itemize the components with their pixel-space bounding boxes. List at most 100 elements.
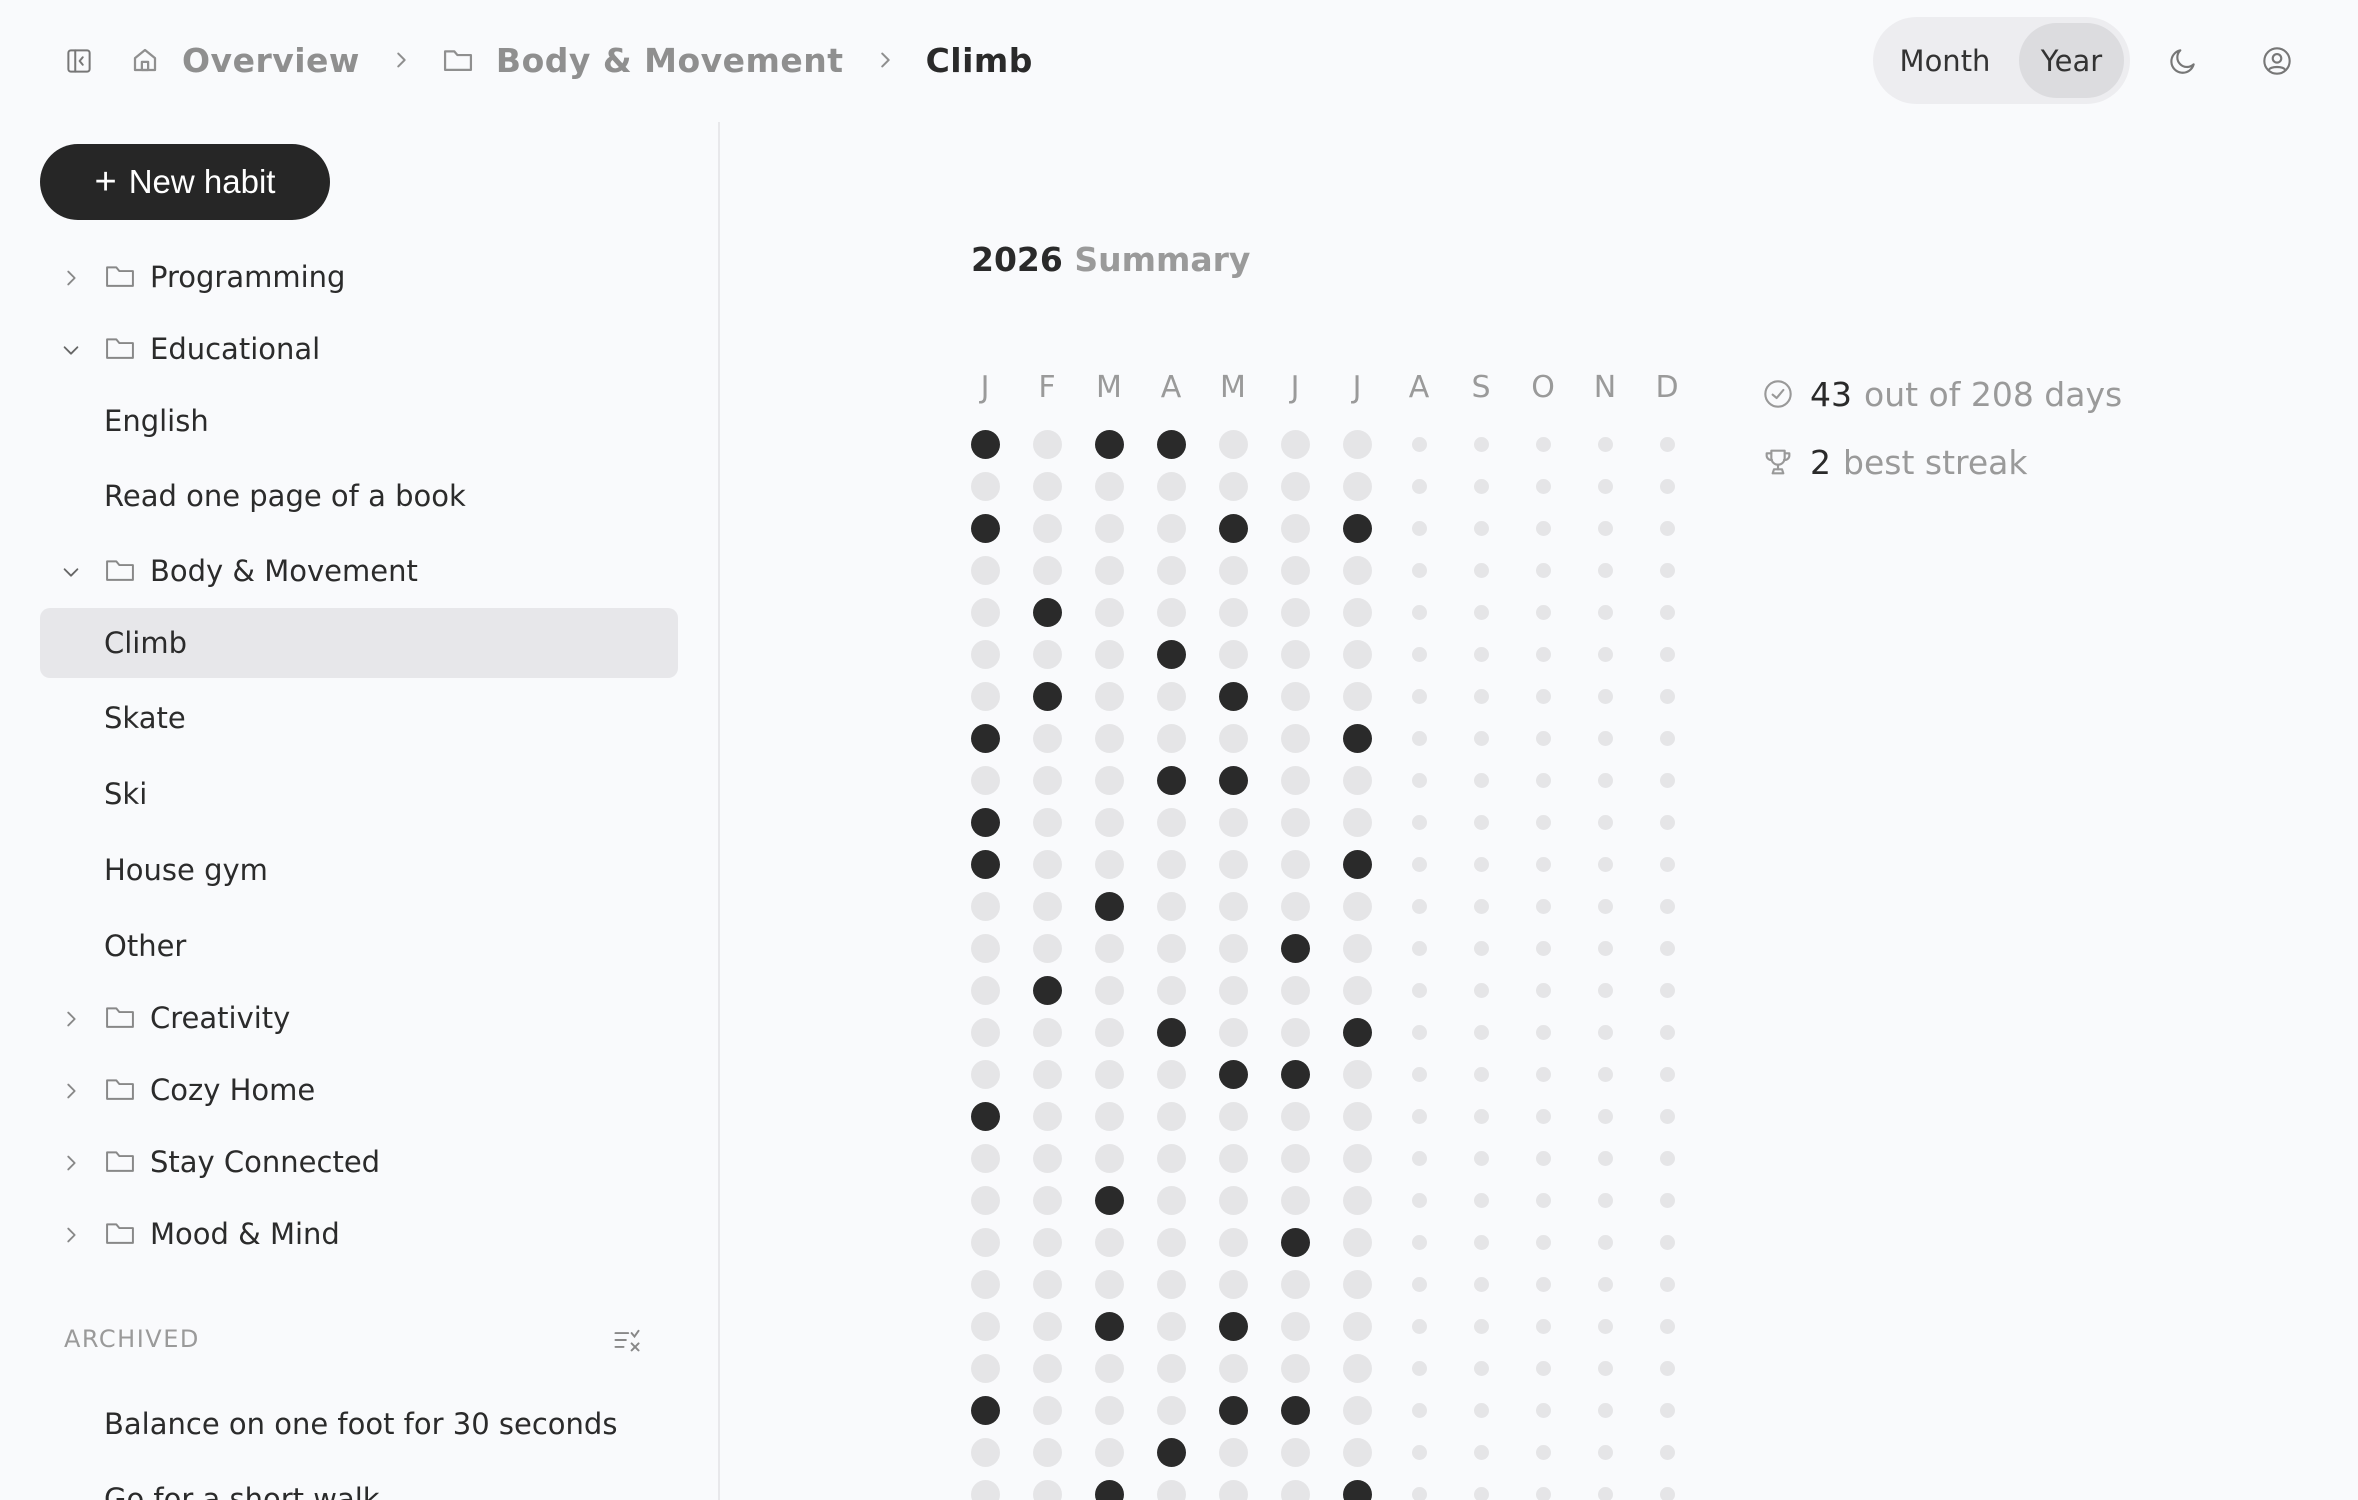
sidebar-folder-creativity[interactable]: Creativity — [40, 983, 678, 1053]
sidebar-folder-educational[interactable]: Educational — [40, 314, 678, 384]
day-dot-missed[interactable] — [1032, 1395, 1062, 1425]
day-dot-done[interactable] — [1094, 1185, 1124, 1215]
day-dot-missed[interactable] — [970, 891, 1000, 921]
day-dot-missed[interactable] — [1280, 975, 1310, 1005]
view-year-button[interactable]: Year — [2019, 23, 2124, 98]
day-dot-missed[interactable] — [1094, 1017, 1124, 1047]
day-dot-missed[interactable] — [1094, 597, 1124, 627]
day-dot-done[interactable] — [1280, 1059, 1310, 1089]
day-dot-missed[interactable] — [1094, 513, 1124, 543]
day-dot-done[interactable] — [1094, 1311, 1124, 1341]
day-dot-missed[interactable] — [1218, 1437, 1248, 1467]
day-dot-missed[interactable] — [1032, 807, 1062, 837]
day-dot-missed[interactable] — [1156, 807, 1186, 837]
day-dot-done[interactable] — [1218, 1059, 1248, 1089]
day-dot-done[interactable] — [1280, 933, 1310, 963]
day-dot-missed[interactable] — [1094, 849, 1124, 879]
day-dot-missed[interactable] — [1094, 1101, 1124, 1131]
day-dot-missed[interactable] — [1280, 849, 1310, 879]
view-month-button[interactable]: Month — [1885, 23, 2005, 98]
day-dot-missed[interactable] — [1156, 1353, 1186, 1383]
day-dot-missed[interactable] — [1218, 1353, 1248, 1383]
day-dot-missed[interactable] — [1342, 807, 1372, 837]
day-dot-missed[interactable] — [1156, 723, 1186, 753]
day-dot-missed[interactable] — [1156, 933, 1186, 963]
day-dot-missed[interactable] — [1094, 555, 1124, 585]
day-dot-missed[interactable] — [1342, 765, 1372, 795]
theme-toggle-button[interactable] — [2163, 41, 2203, 81]
day-dot-done[interactable] — [1342, 1017, 1372, 1047]
day-dot-missed[interactable] — [1032, 1437, 1062, 1467]
day-dot-missed[interactable] — [970, 1269, 1000, 1299]
day-dot-done[interactable] — [1280, 1395, 1310, 1425]
day-dot-done[interactable] — [1094, 1479, 1124, 1500]
day-dot-missed[interactable] — [1280, 1143, 1310, 1173]
day-dot-missed[interactable] — [1032, 1353, 1062, 1383]
day-dot-missed[interactable] — [1280, 723, 1310, 753]
day-dot-missed[interactable] — [1094, 765, 1124, 795]
day-dot-missed[interactable] — [1280, 1437, 1310, 1467]
sidebar-habit-house-gym[interactable]: House gym — [40, 835, 678, 905]
day-dot-done[interactable] — [1032, 975, 1062, 1005]
day-dot-missed[interactable] — [1094, 1227, 1124, 1257]
day-dot-missed[interactable] — [1032, 1311, 1062, 1341]
sidebar-habit-skate[interactable]: Skate — [40, 683, 678, 753]
day-dot-missed[interactable] — [1280, 1353, 1310, 1383]
day-dot-missed[interactable] — [1218, 1227, 1248, 1257]
day-dot-missed[interactable] — [1032, 1185, 1062, 1215]
day-dot-missed[interactable] — [1218, 1017, 1248, 1047]
day-dot-missed[interactable] — [970, 1479, 1000, 1500]
day-dot-missed[interactable] — [1342, 639, 1372, 669]
day-dot-missed[interactable] — [1280, 765, 1310, 795]
day-dot-missed[interactable] — [1032, 1269, 1062, 1299]
day-dot-missed[interactable] — [1218, 1479, 1248, 1500]
day-dot-done[interactable] — [1218, 1311, 1248, 1341]
day-dot-missed[interactable] — [1032, 513, 1062, 543]
day-dot-missed[interactable] — [1218, 1101, 1248, 1131]
day-dot-missed[interactable] — [1032, 471, 1062, 501]
day-dot-missed[interactable] — [970, 1227, 1000, 1257]
sidebar-folder-body-and-movement[interactable]: Body & Movement — [40, 536, 678, 606]
day-dot-missed[interactable] — [1280, 429, 1310, 459]
day-dot-missed[interactable] — [1342, 597, 1372, 627]
day-dot-missed[interactable] — [1280, 555, 1310, 585]
day-dot-missed[interactable] — [1156, 1143, 1186, 1173]
day-dot-missed[interactable] — [1094, 1437, 1124, 1467]
day-dot-missed[interactable] — [1342, 1437, 1372, 1467]
day-dot-done[interactable] — [1218, 1395, 1248, 1425]
day-dot-done[interactable] — [1032, 681, 1062, 711]
day-dot-done[interactable] — [970, 513, 1000, 543]
day-dot-missed[interactable] — [1156, 1395, 1186, 1425]
sidebar-folder-programming[interactable]: Programming — [40, 242, 678, 312]
day-dot-missed[interactable] — [1032, 765, 1062, 795]
day-dot-missed[interactable] — [1032, 555, 1062, 585]
day-dot-missed[interactable] — [1342, 891, 1372, 921]
day-dot-missed[interactable] — [1280, 471, 1310, 501]
day-dot-missed[interactable] — [1280, 1101, 1310, 1131]
day-dot-missed[interactable] — [1342, 681, 1372, 711]
day-dot-missed[interactable] — [1342, 555, 1372, 585]
sidebar-folder-cozy-home[interactable]: Cozy Home — [40, 1055, 678, 1125]
day-dot-done[interactable] — [970, 429, 1000, 459]
day-dot-missed[interactable] — [1342, 429, 1372, 459]
day-dot-missed[interactable] — [970, 1437, 1000, 1467]
account-button[interactable] — [2257, 41, 2297, 81]
day-dot-missed[interactable] — [970, 1017, 1000, 1047]
day-dot-missed[interactable] — [970, 639, 1000, 669]
day-dot-missed[interactable] — [1156, 681, 1186, 711]
day-dot-done[interactable] — [970, 1101, 1000, 1131]
day-dot-missed[interactable] — [970, 1353, 1000, 1383]
day-dot-done[interactable] — [1094, 891, 1124, 921]
day-dot-missed[interactable] — [1156, 1101, 1186, 1131]
chevron-down-icon[interactable] — [60, 339, 82, 361]
day-dot-done[interactable] — [1156, 639, 1186, 669]
day-dot-done[interactable] — [970, 849, 1000, 879]
day-dot-missed[interactable] — [970, 1185, 1000, 1215]
sidebar-habit-ski[interactable]: Ski — [40, 759, 678, 829]
day-dot-done[interactable] — [1342, 513, 1372, 543]
day-dot-missed[interactable] — [1342, 1269, 1372, 1299]
day-dot-missed[interactable] — [1156, 597, 1186, 627]
day-dot-done[interactable] — [1094, 429, 1124, 459]
chevron-right-icon[interactable] — [60, 267, 82, 289]
day-dot-missed[interactable] — [1094, 471, 1124, 501]
